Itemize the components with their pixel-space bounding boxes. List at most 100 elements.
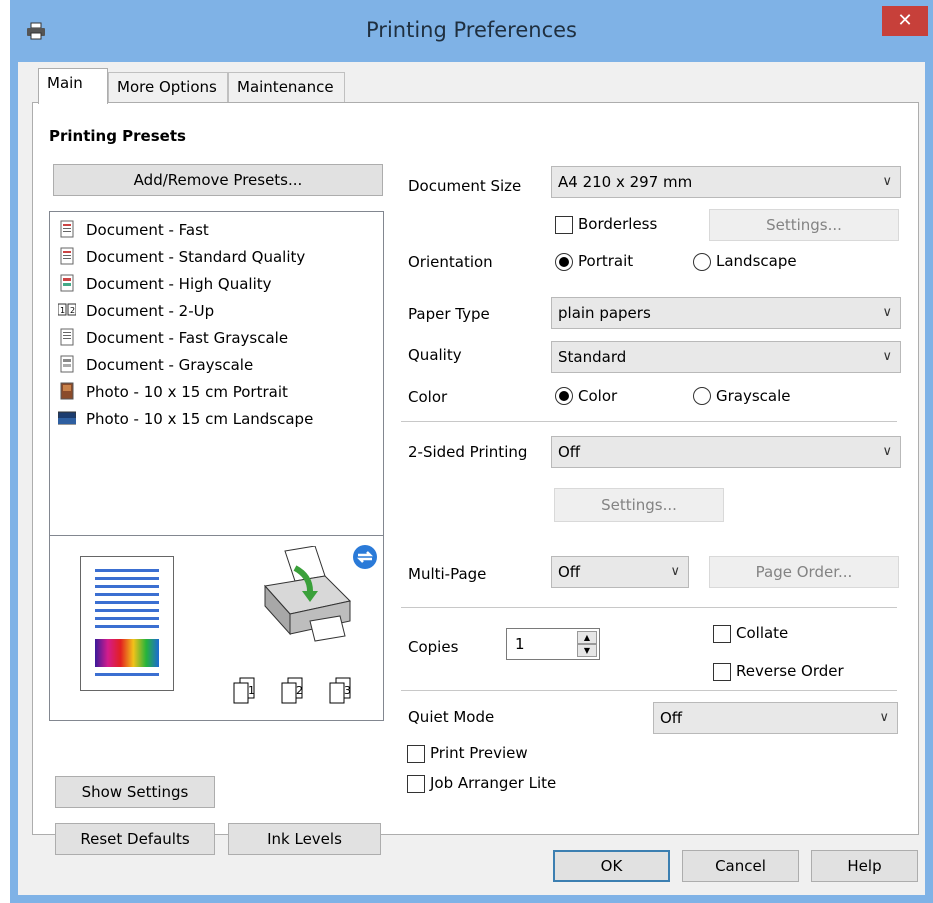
- svg-text:1: 1: [60, 306, 65, 315]
- reset-defaults-button[interactable]: Reset Defaults: [55, 823, 215, 855]
- divider: [401, 421, 897, 422]
- two-sided-label: 2-Sided Printing: [408, 443, 528, 461]
- preset-label: Document - Fast: [86, 221, 209, 239]
- page-number-label: 3: [344, 684, 351, 697]
- divider: [401, 607, 897, 608]
- title-bar: Printing Preferences ✕: [10, 0, 933, 62]
- printing-preferences-window: Printing Preferences ✕ Main More Options…: [10, 0, 933, 903]
- print-preview-checkbox[interactable]: [407, 745, 425, 763]
- copies-stepper[interactable]: 1 ▲ ▼: [506, 628, 600, 660]
- page-stack-3: 3: [326, 676, 368, 710]
- reverse-order-checkbox[interactable]: [713, 663, 731, 681]
- reverse-order-label: Reverse Order: [736, 662, 844, 680]
- svg-text:2: 2: [70, 306, 75, 315]
- document-high-quality-icon: [58, 274, 76, 292]
- list-item[interactable]: Document - Grayscale: [58, 355, 253, 374]
- presets-heading: Printing Presets: [49, 127, 186, 145]
- borderless-settings-button[interactable]: Settings...: [709, 209, 899, 241]
- print-preview-label: Print Preview: [430, 744, 528, 762]
- help-button[interactable]: Help: [811, 850, 918, 882]
- printer-illustration: [255, 545, 365, 655]
- list-item[interactable]: 1 2 Document - 2-Up: [57, 301, 215, 320]
- grayscale-radio[interactable]: [693, 387, 711, 405]
- quiet-mode-label: Quiet Mode: [408, 708, 495, 726]
- collate-checkbox[interactable]: [713, 625, 731, 643]
- job-arranger-label: Job Arranger Lite: [430, 774, 557, 792]
- job-arranger-checkbox[interactable]: [407, 775, 425, 793]
- tab-main[interactable]: Main: [38, 68, 108, 104]
- two-sided-select[interactable]: Off ∨: [551, 436, 901, 468]
- preset-label: Document - Grayscale: [86, 356, 254, 374]
- two-sided-settings-button[interactable]: Settings...: [554, 488, 724, 522]
- list-item[interactable]: Document - High Quality: [58, 274, 272, 293]
- window-title: Printing Preferences: [366, 18, 577, 42]
- quality-value: Standard: [558, 348, 627, 366]
- landscape-label: Landscape: [716, 252, 797, 270]
- two-up-icon: 12: [57, 301, 77, 319]
- two-sided-value: Off: [558, 443, 581, 461]
- preset-label: Document - High Quality: [86, 275, 272, 293]
- sync-icon: [352, 544, 378, 574]
- copies-up-button[interactable]: ▲: [577, 631, 597, 644]
- color-radio[interactable]: [555, 387, 573, 405]
- multipage-label: Multi-Page: [408, 565, 487, 583]
- copies-value: 1: [515, 635, 525, 653]
- preset-label: Document - 2-Up: [86, 302, 215, 320]
- copies-label: Copies: [408, 638, 459, 656]
- multipage-select[interactable]: Off ∨: [551, 556, 689, 588]
- chevron-down-icon: ∨: [670, 564, 680, 579]
- paper-type-value: plain papers: [558, 304, 651, 322]
- ink-levels-button[interactable]: Ink Levels: [228, 823, 381, 855]
- document-size-value: A4 210 x 297 mm: [558, 173, 693, 191]
- portrait-radio[interactable]: [555, 253, 573, 271]
- preset-label: Document - Standard Quality: [86, 248, 306, 266]
- add-remove-presets-button[interactable]: Add/Remove Presets...: [53, 164, 383, 196]
- quiet-mode-select[interactable]: Off ∨: [653, 702, 898, 734]
- list-item[interactable]: Document - Standard Quality: [58, 247, 305, 266]
- divider: [401, 690, 897, 691]
- chevron-down-icon: ∨: [882, 305, 892, 320]
- chevron-down-icon: ∨: [879, 710, 889, 725]
- preset-label: Photo - 10 x 15 cm Landscape: [86, 410, 314, 428]
- chevron-down-icon: ∨: [882, 349, 892, 364]
- quality-select[interactable]: Standard ∨: [551, 341, 901, 373]
- document-grayscale-icon: [58, 355, 76, 373]
- borderless-label: Borderless: [578, 215, 658, 233]
- page-number-label: 1: [248, 684, 255, 697]
- borderless-checkbox[interactable]: [555, 216, 573, 234]
- tab-more-options[interactable]: More Options: [108, 72, 228, 102]
- photo-landscape-icon: [57, 409, 77, 427]
- document-size-select[interactable]: A4 210 x 297 mm ∨: [551, 166, 901, 198]
- color-option-label: Color: [578, 387, 618, 405]
- close-button[interactable]: ✕: [882, 6, 928, 36]
- document-grayscale-fast-icon: [58, 328, 76, 346]
- paper-type-label: Paper Type: [408, 305, 490, 323]
- document-standard-icon: [58, 247, 76, 265]
- chevron-down-icon: ∨: [882, 444, 892, 459]
- main-tab-panel: Printing Presets Add/Remove Presets... D…: [32, 102, 919, 855]
- list-item[interactable]: Document - Fast: [58, 220, 209, 239]
- list-item[interactable]: Photo - 10 x 15 cm Landscape: [57, 409, 314, 428]
- collate-label: Collate: [736, 624, 789, 642]
- page-order-button[interactable]: Page Order...: [709, 556, 899, 588]
- dialog-body: Main More Options Maintenance Printing P…: [18, 62, 925, 895]
- chevron-down-icon: ∨: [882, 174, 892, 189]
- tab-maintenance[interactable]: Maintenance: [228, 72, 345, 102]
- cancel-button[interactable]: Cancel: [682, 850, 799, 882]
- landscape-radio[interactable]: [693, 253, 711, 271]
- preset-label: Document - Fast Grayscale: [86, 329, 289, 347]
- paper-preview: [80, 556, 174, 691]
- grayscale-option-label: Grayscale: [716, 387, 791, 405]
- list-item[interactable]: Document - Fast Grayscale: [58, 328, 288, 347]
- document-fast-icon: [58, 220, 76, 238]
- list-item[interactable]: Photo - 10 x 15 cm Portrait: [58, 382, 288, 401]
- photo-portrait-icon: [58, 382, 76, 400]
- page-stack-2: 2: [278, 676, 320, 710]
- show-settings-button[interactable]: Show Settings: [55, 776, 215, 808]
- presets-list[interactable]: Document - Fast Document - Standard Qual…: [49, 211, 384, 721]
- portrait-label: Portrait: [578, 252, 634, 270]
- multipage-value: Off: [558, 563, 581, 581]
- paper-type-select[interactable]: plain papers ∨: [551, 297, 901, 329]
- ok-button[interactable]: OK: [553, 850, 670, 882]
- copies-down-button[interactable]: ▼: [577, 644, 597, 657]
